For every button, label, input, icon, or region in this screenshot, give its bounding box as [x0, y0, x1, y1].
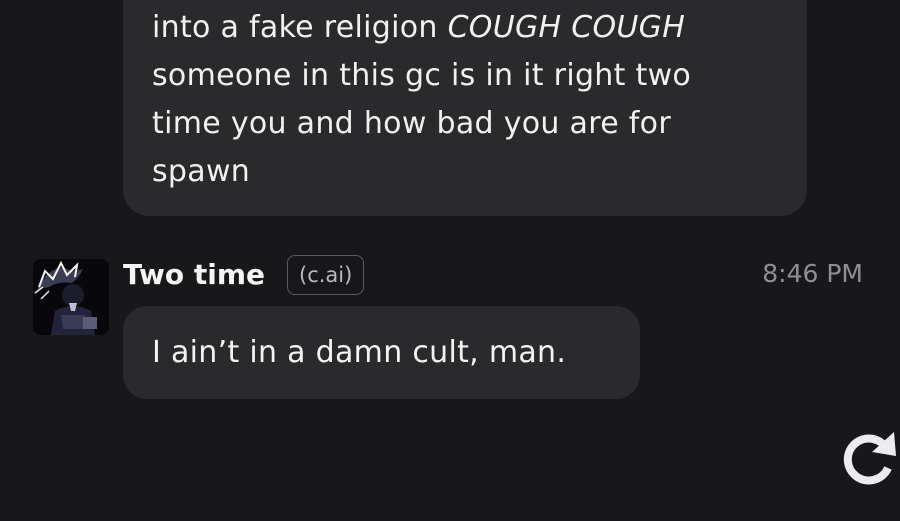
message-emphasis: COUGH COUGH	[447, 10, 686, 45]
message-line: time you and how bad you are for	[152, 100, 779, 148]
reply-message-text: I ain’t in a damn cult, man.	[152, 335, 567, 370]
character-avatar[interactable]	[33, 259, 109, 335]
message-line: someone in this gc is in it right two	[152, 52, 779, 100]
refresh-icon	[843, 432, 896, 485]
previous-message-bubble: into a fake religion COUGH COUGH someone…	[123, 0, 807, 216]
regenerate-button[interactable]	[838, 428, 900, 490]
reply-message-bubble: I ain’t in a damn cult, man.	[123, 306, 640, 399]
message-text: time you and how bad you are for	[152, 106, 671, 141]
message-line: spawn	[152, 148, 779, 196]
message-text: into a fake religion	[152, 10, 448, 45]
ai-badge: (c.ai)	[287, 255, 365, 295]
message-timestamp: 8:46 PM	[762, 259, 863, 288]
message-text: spawn	[152, 154, 251, 189]
message-text: someone in this gc is in it right two	[152, 58, 692, 93]
avatar-image	[33, 259, 109, 335]
sender-name: Two time	[123, 258, 266, 291]
message-line: into a fake religion COUGH COUGH	[152, 4, 779, 52]
